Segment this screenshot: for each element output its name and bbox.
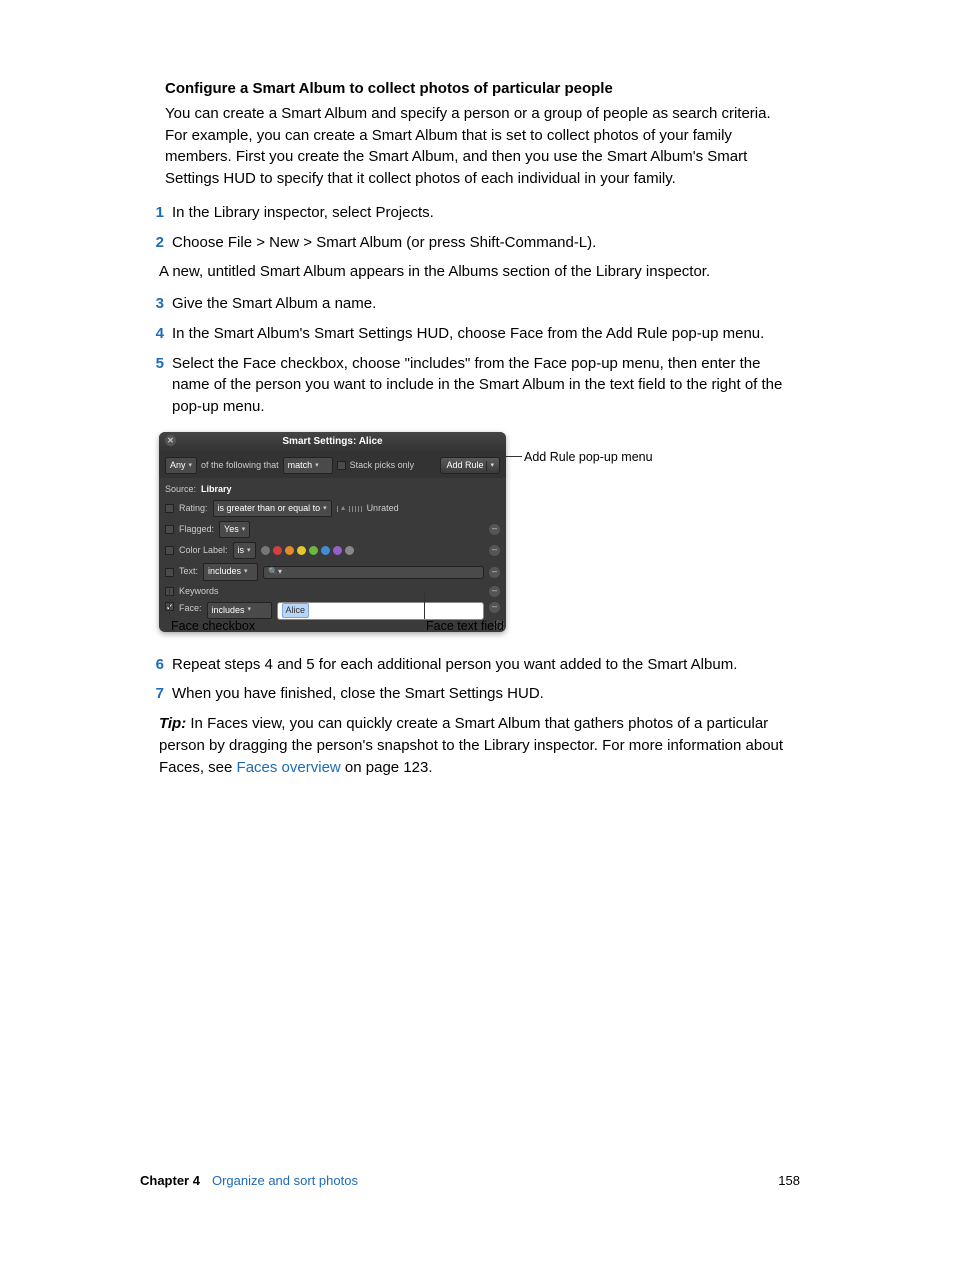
callout-line [169, 589, 170, 619]
color-dot[interactable] [297, 546, 306, 555]
text-label: Text: [179, 565, 198, 578]
remove-rule-button[interactable]: – [489, 586, 500, 597]
hud-body: Source: Library Rating: is greater than … [159, 478, 506, 631]
text-search-field[interactable]: 🔍▾ [263, 566, 484, 579]
intro-paragraph: You can create a Smart Album and specify… [165, 103, 795, 190]
close-icon[interactable]: ✕ [165, 435, 176, 446]
flagged-label: Flagged: [179, 523, 214, 536]
match-popup[interactable]: match [283, 457, 333, 474]
flagged-popup[interactable]: Yes [219, 521, 250, 538]
color-label: Color Label: [179, 544, 228, 557]
flagged-row: Flagged: Yes – [165, 519, 500, 540]
color-dot[interactable] [273, 546, 282, 555]
keywords-row: Keywords – [165, 583, 500, 600]
color-dot[interactable] [285, 546, 294, 555]
color-dot[interactable] [261, 546, 270, 555]
step-4: 4 In the Smart Album's Smart Settings HU… [152, 323, 795, 345]
remove-rule-button[interactable]: – [489, 545, 500, 556]
keywords-label: Keywords [179, 585, 219, 598]
chapter-label: Chapter 4 [140, 1172, 200, 1191]
color-swatches[interactable] [261, 546, 354, 555]
callout-face-text: Face text field [426, 617, 504, 635]
page-footer: Chapter 4 Organize and sort photos 158 [140, 1172, 800, 1191]
step-text: In the Smart Album's Smart Settings HUD,… [172, 323, 795, 345]
step-text: Repeat steps 4 and 5 for each additional… [172, 654, 795, 676]
step-5: 5 Select the Face checkbox, choose "incl… [152, 353, 795, 418]
remove-rule-button[interactable]: – [489, 602, 500, 613]
color-popup[interactable]: is [233, 542, 256, 559]
smart-settings-figure: ✕ Smart Settings: Alice Any of the follo… [159, 432, 759, 632]
color-dot[interactable] [309, 546, 318, 555]
step-7: 7 When you have finished, close the Smar… [152, 683, 795, 705]
tip-paragraph: Tip: In Faces view, you can quickly crea… [159, 713, 795, 778]
hud-titlebar: ✕ Smart Settings: Alice [159, 432, 506, 454]
step-text: Choose File > New > Smart Album (or pres… [172, 232, 795, 254]
rating-row: Rating: is greater than or equal to ▲ Un… [165, 498, 500, 519]
hud-match-row: Any of the following that match Stack pi… [159, 453, 506, 478]
text-popup[interactable]: includes [203, 563, 258, 580]
chapter-title: Organize and sort photos [212, 1172, 358, 1191]
callout-line [424, 592, 425, 619]
rating-popup[interactable]: is greater than or equal to [213, 500, 332, 517]
stack-checkbox[interactable] [337, 461, 346, 470]
any-popup[interactable]: Any [165, 457, 197, 474]
callout-face-checkbox: Face checkbox [171, 617, 255, 635]
rating-checkbox[interactable] [165, 504, 174, 513]
step-text: Select the Face checkbox, choose "includ… [172, 353, 795, 418]
step-number: 7 [152, 683, 164, 705]
color-dot[interactable] [345, 546, 354, 555]
step-text: Give the Smart Album a name. [172, 293, 795, 315]
step-number: 4 [152, 323, 164, 345]
hud-title-text: Smart Settings: Alice [282, 436, 382, 447]
remove-rule-button[interactable]: – [489, 524, 500, 535]
add-rule-popup[interactable]: Add Rule [440, 457, 500, 474]
step-number: 3 [152, 293, 164, 315]
step-result: A new, untitled Smart Album appears in t… [159, 261, 795, 283]
rating-label: Rating: [179, 502, 208, 515]
page-number: 158 [778, 1172, 800, 1191]
face-tag: Alice [282, 603, 310, 618]
flagged-checkbox[interactable] [165, 525, 174, 534]
callout-line [506, 456, 522, 457]
remove-rule-button[interactable]: – [489, 567, 500, 578]
section-title: Configure a Smart Album to collect photo… [165, 78, 795, 100]
color-dot[interactable] [321, 546, 330, 555]
source-row: Source: Library [165, 481, 500, 498]
step-3: 3 Give the Smart Album a name. [152, 293, 795, 315]
callout-add-rule: Add Rule pop-up menu [524, 448, 653, 466]
page-content: Configure a Smart Album to collect photo… [165, 78, 795, 778]
color-checkbox[interactable] [165, 546, 174, 555]
match-label: of the following that [201, 459, 279, 472]
faces-overview-link[interactable]: Faces overview [237, 759, 341, 776]
step-list: 1 In the Library inspector, select Proje… [152, 202, 795, 779]
color-label-row: Color Label: is – [165, 540, 500, 561]
text-checkbox[interactable] [165, 568, 174, 577]
source-value: Library [201, 483, 232, 496]
search-icon: 🔍▾ [268, 566, 282, 578]
color-dot[interactable] [333, 546, 342, 555]
text-row: Text: includes 🔍▾ – [165, 561, 500, 582]
smart-settings-hud: ✕ Smart Settings: Alice Any of the follo… [159, 432, 506, 632]
step-2: 2 Choose File > New > Smart Album (or pr… [152, 232, 795, 254]
stack-label: Stack picks only [350, 459, 415, 472]
step-number: 5 [152, 353, 164, 418]
tip-label: Tip: [159, 715, 186, 732]
unrated-label: Unrated [367, 502, 399, 515]
step-number: 6 [152, 654, 164, 676]
tip-text-after: on page 123. [341, 759, 433, 776]
rating-slider[interactable]: ▲ [337, 504, 362, 514]
step-6: 6 Repeat steps 4 and 5 for each addition… [152, 654, 795, 676]
step-text: When you have finished, close the Smart … [172, 683, 795, 705]
step-number: 2 [152, 232, 164, 254]
step-text: In the Library inspector, select Project… [172, 202, 795, 224]
step-number: 1 [152, 202, 164, 224]
step-1: 1 In the Library inspector, select Proje… [152, 202, 795, 224]
face-label: Face: [179, 602, 202, 615]
source-label: Source: [165, 483, 196, 496]
